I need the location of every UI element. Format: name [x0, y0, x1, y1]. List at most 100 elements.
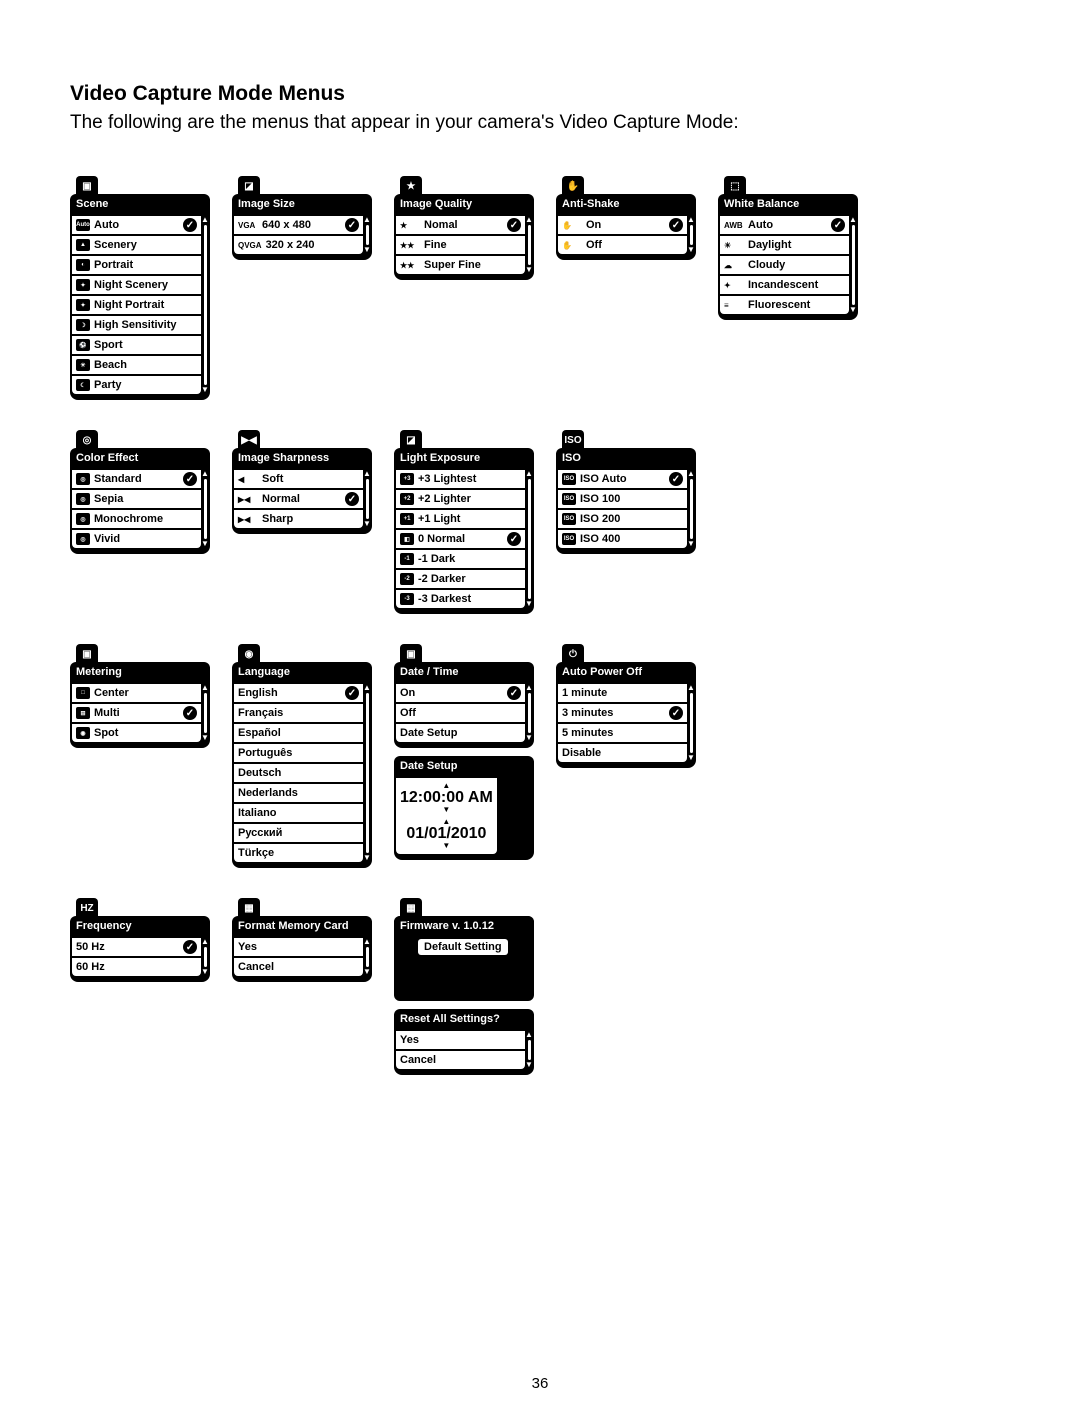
- menu-item[interactable]: ◉Spot: [72, 724, 201, 742]
- menu-item[interactable]: 5 minutes: [558, 724, 687, 744]
- menu-item[interactable]: Nederlands: [234, 784, 363, 804]
- scrollbar[interactable]: ▲▼: [525, 1031, 532, 1069]
- scrollbar[interactable]: ▲▼: [687, 684, 694, 762]
- menu-item[interactable]: Yes: [234, 938, 363, 958]
- menu-item[interactable]: ◐Portrait: [72, 256, 201, 276]
- menu-item[interactable]: Italiano: [234, 804, 363, 824]
- menu-item[interactable]: ✦Incandescent: [720, 276, 849, 296]
- scrollbar[interactable]: ▲▼: [687, 216, 694, 254]
- menu-item[interactable]: ☾Party: [72, 376, 201, 394]
- menu-item[interactable]: □Center: [72, 684, 201, 704]
- scrollbar[interactable]: ▲▼: [201, 470, 208, 548]
- menu-item[interactable]: 3 minutes✓: [558, 704, 687, 724]
- menu-item[interactable]: +2+2 Lighter: [396, 490, 525, 510]
- menu-item[interactable]: ▶◀Normal✓: [234, 490, 363, 510]
- menu-item[interactable]: Deutsch: [234, 764, 363, 784]
- item-label: Soft: [262, 473, 283, 485]
- menu-item[interactable]: Español: [234, 724, 363, 744]
- scrollbar[interactable]: ▲▼: [525, 684, 532, 742]
- item-icon: +3: [400, 473, 414, 485]
- menu-item[interactable]: Off: [396, 704, 525, 724]
- menu-item[interactable]: ◎Vivid: [72, 530, 201, 548]
- menu-item[interactable]: 50 Hz✓: [72, 938, 201, 958]
- menu-item[interactable]: ⊞Multi✓: [72, 704, 201, 724]
- default-setting-button[interactable]: Default Setting: [418, 939, 508, 955]
- menu-header: Language: [232, 662, 372, 682]
- menu-item[interactable]: Português: [234, 744, 363, 764]
- menu-item[interactable]: -2-2 Darker: [396, 570, 525, 590]
- menu-header: Image Size: [232, 194, 372, 214]
- menu-item[interactable]: Yes: [396, 1031, 525, 1051]
- menu-item[interactable]: ★★Super Fine: [396, 256, 525, 274]
- menu-item[interactable]: Français: [234, 704, 363, 724]
- menu-firmware: ▦ Firmware v. 1.0.12 Default Setting: [394, 896, 534, 1001]
- menu-item[interactable]: Türkçe: [234, 844, 363, 862]
- scrollbar[interactable]: ▲▼: [201, 938, 208, 976]
- menu-item[interactable]: ISOISO 400: [558, 530, 687, 548]
- item-icon: ✦: [76, 279, 90, 291]
- item-icon: ⊞: [76, 707, 90, 719]
- scrollbar[interactable]: ▲▼: [201, 216, 208, 394]
- menu-item[interactable]: 60 Hz: [72, 958, 201, 976]
- menu-item[interactable]: ★★Fine: [396, 236, 525, 256]
- item-prefix: ★★: [400, 241, 420, 250]
- menu-item[interactable]: ☀Daylight: [720, 236, 849, 256]
- menu-item[interactable]: ◧0 Normal✓: [396, 530, 525, 550]
- menu-item[interactable]: ◎Standard✓: [72, 470, 201, 490]
- scrollbar[interactable]: ▲▼: [363, 938, 370, 976]
- menu-item[interactable]: Русский: [234, 824, 363, 844]
- menu-item[interactable]: ☁Cloudy: [720, 256, 849, 276]
- scrollbar[interactable]: ▲▼: [849, 216, 856, 314]
- scrollbar[interactable]: ▲▼: [525, 216, 532, 274]
- scrollbar[interactable]: ▲▼: [363, 470, 370, 528]
- scrollbar[interactable]: ▲▼: [687, 470, 694, 548]
- menu-item[interactable]: ✦Night Scenery: [72, 276, 201, 296]
- menu-item[interactable]: +3+3 Lightest: [396, 470, 525, 490]
- menu-item[interactable]: ISOISO 200: [558, 510, 687, 530]
- item-label: 3 minutes: [562, 707, 613, 719]
- menu-item[interactable]: On✓: [396, 684, 525, 704]
- menu-item[interactable]: ◎Sepia: [72, 490, 201, 510]
- scrollbar[interactable]: ▲▼: [525, 470, 532, 608]
- check-icon: ✓: [345, 492, 359, 506]
- date-row[interactable]: ▲01/01/2010▼: [400, 818, 493, 850]
- menu-item[interactable]: ▲Scenery: [72, 236, 201, 256]
- menu-item[interactable]: ✋On✓: [558, 216, 687, 236]
- menu-item[interactable]: ◀Soft: [234, 470, 363, 490]
- menu-item[interactable]: QVGA320 x 240: [234, 236, 363, 254]
- menu-item[interactable]: Date Setup: [396, 724, 525, 742]
- menu-item[interactable]: AWBAuto✓: [720, 216, 849, 236]
- item-label: Auto: [94, 219, 119, 231]
- scrollbar[interactable]: ▲▼: [201, 684, 208, 742]
- item-label: Daylight: [748, 239, 791, 251]
- item-icon: ◉: [76, 727, 90, 739]
- menu-item[interactable]: ☀Beach: [72, 356, 201, 376]
- menu-item[interactable]: ◎Monochrome: [72, 510, 201, 530]
- menu-item[interactable]: ☽High Sensitivity: [72, 316, 201, 336]
- check-icon: ✓: [183, 940, 197, 954]
- item-label: On: [400, 687, 415, 699]
- menu-item[interactable]: ISOISO 100: [558, 490, 687, 510]
- menu-image-quality: ★Image Quality★Nomal✓★★Fine★★Super Fine▲…: [394, 174, 534, 280]
- menu-item[interactable]: ✦Night Portrait: [72, 296, 201, 316]
- menu-item[interactable]: AutoAuto✓: [72, 216, 201, 236]
- menu-item[interactable]: English✓: [234, 684, 363, 704]
- menu-item[interactable]: ≡Fluorescent: [720, 296, 849, 314]
- item-icon: ☀: [76, 359, 90, 371]
- menu-item[interactable]: ⚽Sport: [72, 336, 201, 356]
- menu-item[interactable]: Cancel: [396, 1051, 525, 1069]
- menu-item[interactable]: ✋Off: [558, 236, 687, 254]
- menu-item[interactable]: -3-3 Darkest: [396, 590, 525, 608]
- menu-item[interactable]: +1+1 Light: [396, 510, 525, 530]
- scrollbar[interactable]: ▲▼: [363, 684, 370, 862]
- time-row[interactable]: ▲12:00:00 AM▼: [400, 782, 493, 814]
- menu-item[interactable]: 1 minute: [558, 684, 687, 704]
- menu-item[interactable]: Cancel: [234, 958, 363, 976]
- scrollbar[interactable]: ▲▼: [363, 216, 370, 254]
- menu-item[interactable]: -1-1 Dark: [396, 550, 525, 570]
- menu-item[interactable]: ★Nomal✓: [396, 216, 525, 236]
- menu-item[interactable]: VGA640 x 480✓: [234, 216, 363, 236]
- menu-item[interactable]: Disable: [558, 744, 687, 762]
- menu-item[interactable]: ISOISO Auto✓: [558, 470, 687, 490]
- menu-item[interactable]: ▶◀Sharp: [234, 510, 363, 528]
